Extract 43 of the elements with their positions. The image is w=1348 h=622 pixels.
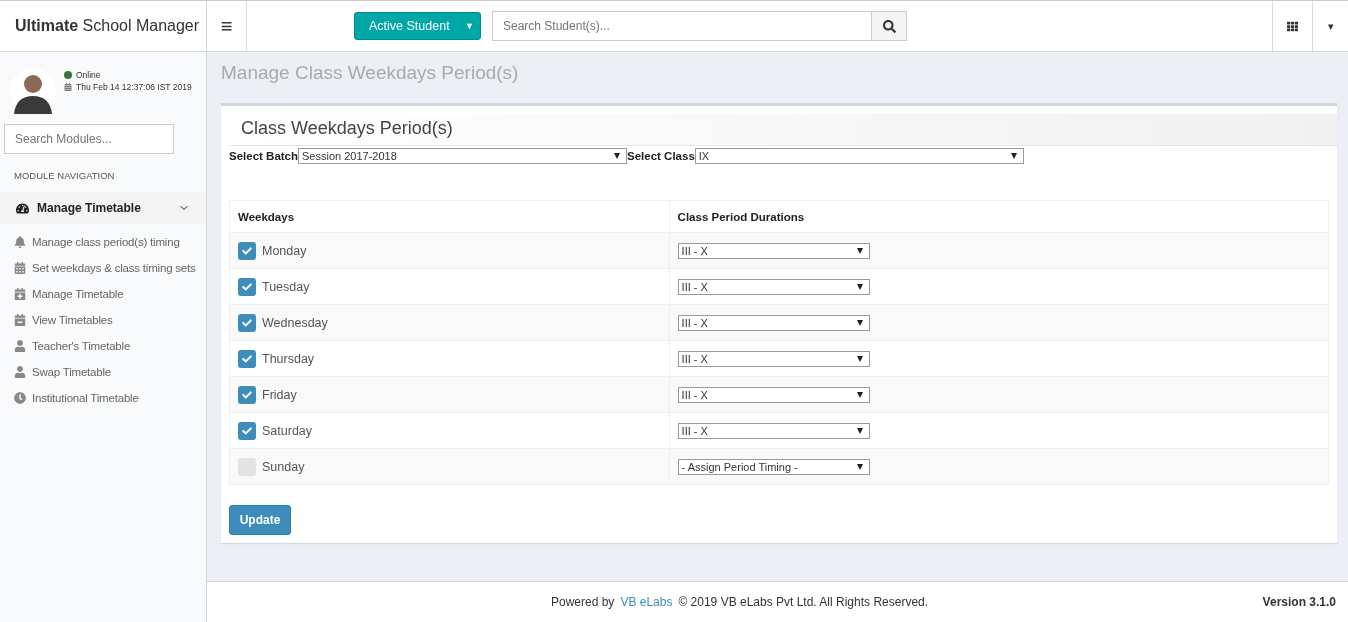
day-label: Friday (262, 387, 297, 402)
day-label: Wednesday (262, 315, 328, 330)
brand-title: Ultimate School Manager (15, 17, 200, 35)
sidebar-item[interactable]: Manage Timetable (0, 281, 206, 307)
user-menu-button[interactable]: ▾ (1312, 1, 1348, 51)
panel-title: Class Weekdays Period(s) (229, 114, 1337, 146)
day-label: Monday (262, 243, 307, 258)
section-title: MODULE NAVIGATION (13, 169, 116, 183)
module-search-field[interactable]: Search Modules... (4, 124, 174, 154)
duration-select[interactable]: III - X (677, 386, 870, 403)
filter-select[interactable]: IX (694, 148, 1024, 164)
day-label: Saturday (262, 423, 313, 438)
menu-group-header[interactable]: Manage Timetable (0, 192, 206, 224)
duration-select[interactable]: III - X (677, 422, 870, 439)
vendor-link[interactable]: VB eLabs (620, 595, 673, 609)
day-label: Sunday (262, 459, 305, 474)
duration-select[interactable]: III - X (677, 350, 870, 367)
student-search-field[interactable]: Search Student(s)... (492, 11, 872, 41)
update-button[interactable]: Update (229, 505, 291, 535)
filter-label: Select Class (627, 150, 695, 162)
copyright-text: © 2019 VB eLabs Pvt Ltd. All Rights Reserved. (678, 595, 929, 609)
duration-select[interactable]: III - X (677, 242, 870, 259)
duration-select[interactable]: - Assign Period Timing - (677, 458, 870, 475)
column-header: Weekdays (229, 200, 670, 233)
duration-select[interactable]: III - X (677, 314, 870, 331)
duration-select[interactable]: III - X (677, 278, 870, 295)
menu-toggle-button[interactable]: ≡ (207, 1, 247, 51)
powered-by-text: Powered by (551, 595, 615, 609)
sidebar-item[interactable]: Institutional Timetable (0, 385, 206, 411)
sidebar-item[interactable]: Manage class period(s) timing (0, 229, 206, 255)
day-label: Thursday (262, 351, 315, 366)
sidebar-item[interactable]: Swap Timetable (0, 359, 206, 385)
status-text: Online (76, 70, 101, 80)
datetime-text: Thu Feb 14 12:37:06 IST 2019 (76, 82, 192, 92)
day-label: Tuesday (262, 279, 310, 294)
page-title: Manage Class Weekdays Period(s) (221, 62, 520, 84)
sidebar-item[interactable]: Set weekdays & class timing sets (0, 255, 206, 281)
version-text: Version 3.1.0 (1262, 595, 1336, 609)
sidebar-item[interactable]: View Timetables (0, 307, 206, 333)
column-header: Class Period Durations (669, 200, 1329, 233)
filter-label: Select Batch (229, 150, 299, 162)
sidebar-item[interactable]: Teacher's Timetable (0, 333, 206, 359)
filter-select[interactable]: Session 2017-2018 (298, 148, 628, 164)
